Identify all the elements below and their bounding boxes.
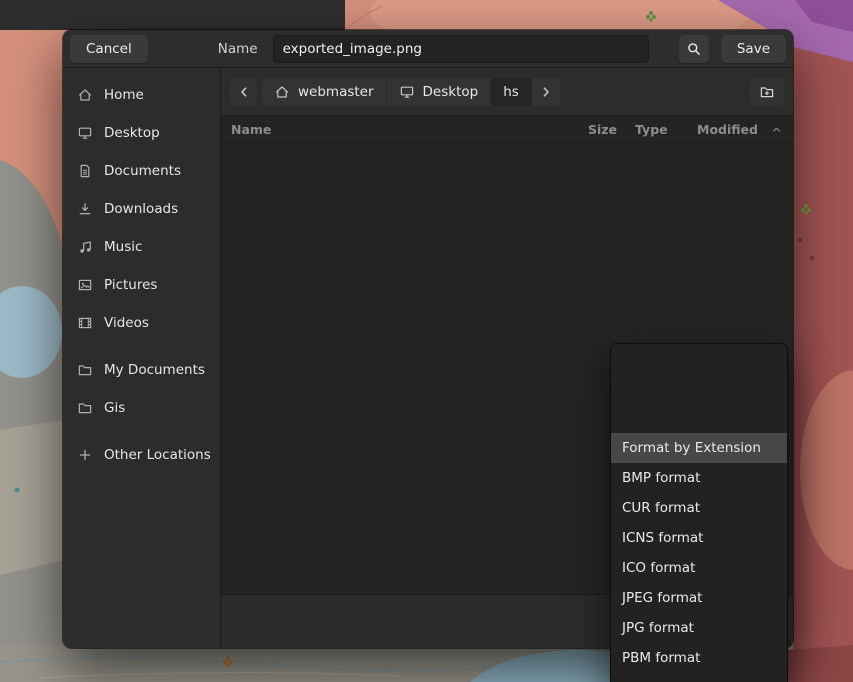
screen: Cancel Name Save Home Desktop Documents Dow… (0, 0, 853, 682)
format-option-label: BMP format (622, 470, 700, 486)
sidebar-item-label: Home (104, 87, 144, 103)
format-option-cur-format[interactable]: CUR format (611, 493, 787, 523)
documents-icon (77, 163, 93, 179)
sidebar-separator (63, 342, 220, 351)
sidebar-bookmarks-group: My Documents Gis (63, 351, 220, 427)
path-segment-label: webmaster (298, 84, 374, 100)
format-option-format-by-extension[interactable]: Format by Extension (611, 433, 787, 463)
sidebar-places-group: Home Desktop Documents Downloads Music Pictur… (63, 76, 220, 342)
cancel-button[interactable]: Cancel (70, 35, 148, 63)
desktop-icon (77, 125, 93, 141)
sidebar-item-label: Pictures (104, 277, 157, 293)
sidebar-item-downloads[interactable]: Downloads (63, 190, 220, 228)
format-dropdown-menu: Format by Extension BMP format CUR format I… (610, 343, 788, 682)
format-option-label: Format by Extension (622, 440, 761, 456)
search-button[interactable] (679, 35, 709, 63)
file-list-header: Name Size Type Modified (221, 116, 793, 143)
sidebar-item-my-documents[interactable]: My Documents (63, 351, 220, 389)
column-modified-label: Modified (697, 122, 758, 137)
column-modified[interactable]: Modified (697, 122, 783, 137)
breadcrumb: webmaster Desktop hs (262, 78, 560, 106)
sidebar-item-label: Gis (104, 400, 125, 416)
chevron-left-icon (236, 84, 252, 100)
back-button[interactable] (230, 78, 257, 106)
sidebar-item-label: My Documents (104, 362, 205, 378)
sidebar-separator (63, 427, 220, 436)
filename-input[interactable] (273, 35, 649, 63)
column-size[interactable]: Size (559, 122, 635, 137)
format-option-label: JPEG format (622, 590, 702, 606)
sidebar-item-label: Desktop (104, 125, 160, 141)
search-icon (686, 41, 702, 57)
new-folder-button[interactable] (750, 78, 784, 106)
sidebar-item-gis[interactable]: Gis (63, 389, 220, 427)
save-button[interactable]: Save (721, 35, 786, 63)
path-segment-webmaster[interactable]: webmaster (262, 78, 387, 106)
new-folder-icon (759, 84, 775, 100)
chevron-right-icon (538, 84, 554, 100)
music-icon (77, 239, 93, 255)
format-option-pbm-format[interactable]: PBM format (611, 643, 787, 673)
plus-icon (77, 447, 93, 463)
sidebar-item-music[interactable]: Music (63, 228, 220, 266)
pictures-icon (77, 277, 93, 293)
sidebar-item-desktop[interactable]: Desktop (63, 114, 220, 152)
path-segment-label: Desktop (423, 84, 479, 100)
format-option-icns-format[interactable]: ICNS format (611, 523, 787, 553)
sidebar-item-home[interactable]: Home (63, 76, 220, 114)
format-menu-items: Format by Extension BMP format CUR format I… (611, 433, 787, 673)
sidebar-item-label: Other Locations (104, 447, 211, 463)
format-option-jpg-format[interactable]: JPG format (611, 613, 787, 643)
format-option-bmp-format[interactable]: BMP format (611, 463, 787, 493)
format-option-jpeg-format[interactable]: JPEG format (611, 583, 787, 613)
path-segment-desktop[interactable]: Desktop (387, 78, 492, 106)
path-bar: webmaster Desktop hs (221, 68, 793, 116)
sidebar-item-videos[interactable]: Videos (63, 304, 220, 342)
videos-icon (77, 315, 93, 331)
folder-icon (77, 362, 93, 378)
path-scroll-right-button[interactable] (532, 78, 560, 106)
column-name[interactable]: Name (231, 122, 559, 137)
format-option-label: JPG format (622, 620, 694, 636)
sidebar-item-label: Music (104, 239, 142, 255)
folder-icon (77, 400, 93, 416)
filename-label: Name (218, 41, 258, 57)
home-icon (274, 84, 290, 100)
desktop-icon (399, 84, 415, 100)
format-option-label: ICNS format (622, 530, 703, 546)
sort-ascending-icon (770, 123, 783, 136)
sidebar-item-pictures[interactable]: Pictures (63, 266, 220, 304)
home-icon (77, 87, 93, 103)
sidebar-item-label: Documents (104, 163, 181, 179)
sidebar-item-label: Videos (104, 315, 149, 331)
places-sidebar: Home Desktop Documents Downloads Music Pictur… (63, 68, 221, 648)
downloads-icon (77, 201, 93, 217)
path-segment-label: hs (503, 84, 519, 100)
sidebar-item-documents[interactable]: Documents (63, 152, 220, 190)
format-option-label: ICO format (622, 560, 695, 576)
format-option-ico-format[interactable]: ICO format (611, 553, 787, 583)
format-option-label: CUR format (622, 500, 700, 516)
format-option-label: PBM format (622, 650, 700, 666)
dialog-headerbar: Cancel Name Save (63, 30, 793, 68)
sidebar-item-label: Downloads (104, 201, 178, 217)
format-menu-blank-area (611, 344, 787, 433)
column-type[interactable]: Type (635, 122, 697, 137)
path-segment-hs[interactable]: hs (491, 78, 532, 106)
sidebar-item-other-locations[interactable]: Other Locations (63, 436, 220, 474)
